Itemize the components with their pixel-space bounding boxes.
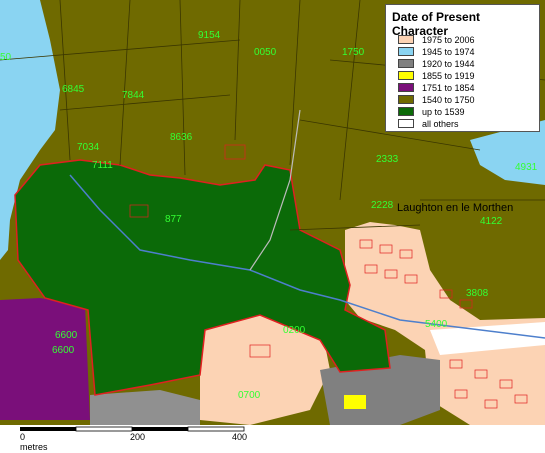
legend-label: all others [422, 118, 459, 129]
legend-item: 1920 to 1944 [398, 58, 475, 69]
legend-item: 1945 to 1974 [398, 46, 475, 57]
legend-swatch [398, 71, 414, 80]
legend-swatch [398, 83, 414, 92]
scale-max: 400 [232, 432, 248, 442]
legend-item: 1751 to 1854 [398, 82, 475, 93]
parcel-label: 1750 [342, 47, 365, 58]
scale-bar: 0 200 400 metres [20, 423, 248, 453]
parcel-label: 0200 [283, 325, 306, 336]
legend-swatch [398, 35, 414, 44]
scale-zero: 0 [20, 432, 26, 442]
legend-label: 1751 to 1854 [422, 82, 475, 93]
yellow-area [344, 395, 366, 409]
legend-label: 1540 to 1750 [422, 94, 475, 105]
parcel-label: 0050 [254, 47, 277, 58]
legend-swatch [398, 59, 414, 68]
legend-swatch [398, 47, 414, 56]
legend-item: 1855 to 1919 [398, 70, 475, 81]
legend-item: up to 1539 [398, 106, 465, 117]
parcel-label: 877 [165, 214, 182, 225]
parcel-label: 6600 [52, 345, 75, 356]
legend-label: 1975 to 2006 [422, 34, 475, 45]
parcel-label: 7034 [77, 142, 100, 153]
legend-label: up to 1539 [422, 106, 465, 117]
parcel-label: 5400 [425, 319, 448, 330]
legend: Date of Present Character 1975 to 2006 1… [385, 4, 540, 132]
parcel-label: 6600 [55, 330, 78, 341]
scale-mid: 200 [130, 432, 146, 442]
parcel-label: 2228 [371, 200, 394, 211]
legend-item: 1540 to 1750 [398, 94, 475, 105]
legend-swatch [398, 95, 414, 104]
place-name: Laughton en le Morthen [397, 202, 513, 214]
legend-swatch [398, 107, 414, 116]
parcel-label: 7111 [92, 160, 113, 171]
scale-unit: metres [20, 442, 48, 452]
parcel-label: 6845 [62, 84, 85, 95]
parcel-label: 2333 [376, 154, 399, 165]
purple-area [0, 298, 90, 420]
legend-label: 1920 to 1944 [422, 58, 475, 69]
parcel-label: 0700 [238, 390, 261, 401]
parcel-label: 4122 [480, 216, 503, 227]
parcel-label: 8636 [170, 132, 193, 143]
parcel-label: 7844 [122, 90, 145, 101]
parcel-label: 3808 [466, 288, 489, 299]
parcel-label: 9154 [198, 30, 221, 41]
legend-label: 1945 to 1974 [422, 46, 475, 57]
parcel-label: 50 [0, 52, 12, 63]
legend-item: 1975 to 2006 [398, 34, 475, 45]
parcel-label: 4931 [515, 162, 538, 173]
legend-swatch [398, 119, 414, 128]
legend-label: 1855 to 1919 [422, 70, 475, 81]
legend-item: all others [398, 118, 459, 129]
